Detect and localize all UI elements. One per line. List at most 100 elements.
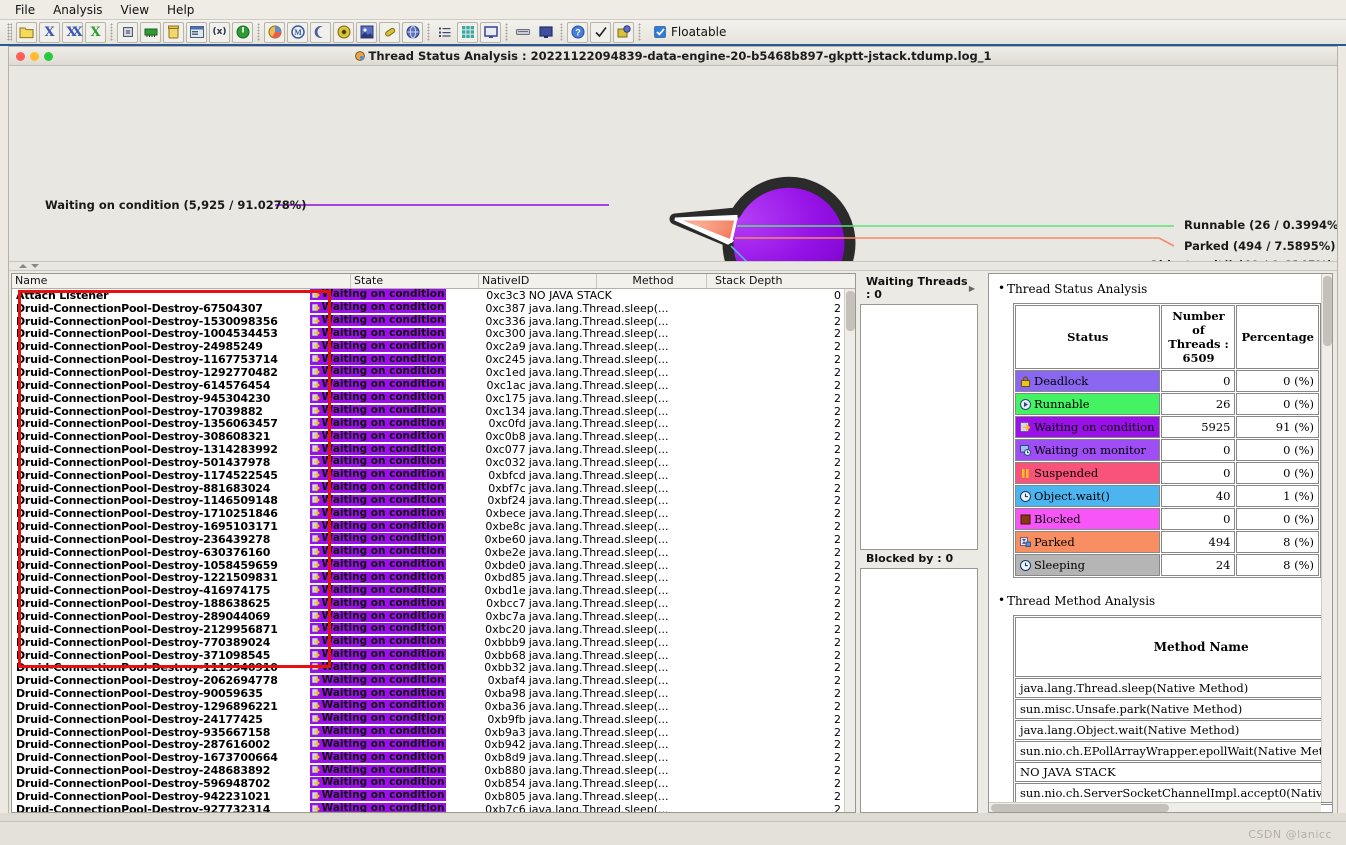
table-row[interactable]: Druid-ConnectionPool-Destroy-289044069 Wa… xyxy=(12,610,855,623)
keyboard-icon[interactable] xyxy=(512,22,533,43)
table-row[interactable]: Druid-ConnectionPool-Destroy-942231021 Wa… xyxy=(12,790,855,803)
waiting-threads-expand-icon[interactable]: ▶ xyxy=(969,284,978,293)
image-blue-icon[interactable] xyxy=(356,21,377,43)
table-row[interactable]: Druid-ConnectionPool-Destroy-596948702 Wa… xyxy=(12,777,855,790)
checkbox-checked-icon[interactable] xyxy=(654,26,666,38)
table-row[interactable]: Druid-ConnectionPool-Destroy-371098545 Wa… xyxy=(12,649,855,662)
table-row[interactable]: Druid-ConnectionPool-Destroy-630376160 Wa… xyxy=(12,546,855,559)
table-row[interactable]: Druid-ConnectionPool-Destroy-1167753714 W… xyxy=(12,353,855,366)
table-row[interactable]: Attach Listener Waiting on condition 0xc3c… xyxy=(12,289,855,302)
column-header-state[interactable]: State xyxy=(351,274,479,288)
table-row[interactable]: Druid-ConnectionPool-Destroy-881683024 Wa… xyxy=(12,482,855,495)
table-row[interactable]: Druid-ConnectionPool-Destroy-1058459659 W… xyxy=(12,559,855,572)
analysis-pane[interactable]: Thread Status Analysis Status Number of … xyxy=(988,273,1333,813)
menu-item-analysis[interactable]: Analysis xyxy=(44,1,111,19)
table-row[interactable]: Druid-ConnectionPool-Destroy-67504307 Wai… xyxy=(12,302,855,315)
table-row[interactable]: Druid-ConnectionPool-Destroy-1119540910 W… xyxy=(12,661,855,674)
column-header-stack-depth[interactable]: Stack Depth xyxy=(707,274,854,288)
moon-icon[interactable] xyxy=(310,21,331,43)
table-row[interactable]: Druid-ConnectionPool-Destroy-1174522545 W… xyxy=(12,469,855,482)
table-row[interactable]: Druid-ConnectionPool-Destroy-24177425 Wai… xyxy=(12,713,855,726)
close-window-button[interactable] xyxy=(16,51,25,61)
table-row[interactable]: Druid-ConnectionPool-Destroy-1356063457 W… xyxy=(12,417,855,430)
close-x-blue-icon[interactable]: X xyxy=(39,21,60,43)
cell-native-id: 0xbd85 xyxy=(484,571,526,585)
table-row[interactable]: Druid-ConnectionPool-Destroy-90059635 Wai… xyxy=(12,687,855,700)
cpu-icon[interactable] xyxy=(117,21,138,43)
table-row[interactable]: Druid-ConnectionPool-Destroy-248683892 Wa… xyxy=(12,764,855,777)
minimize-window-button[interactable] xyxy=(30,51,39,61)
window-title-bar[interactable]: Thread Status Analysis : 20221122094839-… xyxy=(9,47,1337,66)
display-icon[interactable] xyxy=(535,22,556,43)
gear-yellow-icon[interactable] xyxy=(333,21,354,43)
floatable-checkbox[interactable]: Floatable xyxy=(654,25,726,39)
thread-table-scroll-thumb[interactable] xyxy=(846,291,855,331)
variable-icon[interactable]: (x) xyxy=(209,21,230,43)
globe-icon[interactable] xyxy=(402,21,423,43)
table-row[interactable]: Druid-ConnectionPool-Destroy-1530098356 W… xyxy=(12,315,855,328)
thread-table-body[interactable]: Attach Listener Waiting on condition 0xc3c… xyxy=(12,289,855,812)
blocked-by-list[interactable] xyxy=(860,567,978,813)
memory-icon[interactable] xyxy=(140,21,161,43)
close-x-green-icon[interactable]: X xyxy=(85,21,106,43)
table-row[interactable]: Druid-ConnectionPool-Destroy-1004534453 W… xyxy=(12,327,855,340)
analysis-scroll-thumb[interactable] xyxy=(1323,276,1332,346)
list-icon[interactable] xyxy=(434,22,455,43)
table-row[interactable]: Druid-ConnectionPool-Destroy-501437978 Wa… xyxy=(12,456,855,469)
screen-icon[interactable] xyxy=(480,21,501,43)
monitor-circle-icon[interactable]: M xyxy=(287,21,308,43)
thread-table[interactable]: Name State NativeID Method Stack Depth A… xyxy=(11,273,856,813)
table-row[interactable]: Druid-ConnectionPool-Destroy-287616002 Wa… xyxy=(12,738,855,751)
container-icon[interactable] xyxy=(163,21,184,43)
table-row[interactable]: Druid-ConnectionPool-Destroy-614576454 Wa… xyxy=(12,379,855,392)
tag-yellow-icon[interactable] xyxy=(379,21,400,43)
analysis-hscroll-thumb[interactable] xyxy=(991,804,1169,812)
refresh-icon[interactable] xyxy=(232,21,253,43)
method-name-cell: java.lang.Object.wait(Native Method) xyxy=(1015,720,1332,740)
pie-chart-icon[interactable] xyxy=(264,21,285,43)
table-row[interactable]: Druid-ConnectionPool-Destroy-188638625 Wa… xyxy=(12,597,855,610)
close-all-xx-blue-icon[interactable]: XX xyxy=(62,21,83,43)
window-list-icon[interactable] xyxy=(186,21,207,43)
table-row[interactable]: Druid-ConnectionPool-Destroy-2129956871 W… xyxy=(12,623,855,636)
table-row[interactable]: Druid-ConnectionPool-Destroy-770389024 Wa… xyxy=(12,636,855,649)
table-row[interactable]: Druid-ConnectionPool-Destroy-2062694778 W… xyxy=(12,674,855,687)
table-row[interactable]: Druid-ConnectionPool-Destroy-308608321 Wa… xyxy=(12,430,855,443)
check-icon[interactable] xyxy=(590,21,611,43)
split-pane-divider[interactable] xyxy=(9,262,1337,271)
waiting-threads-list[interactable] xyxy=(860,304,978,550)
table-row[interactable]: Druid-ConnectionPool-Destroy-945304230 Wa… xyxy=(12,392,855,405)
thread-table-vertical-scrollbar[interactable] xyxy=(844,289,855,812)
table-row[interactable]: Druid-ConnectionPool-Destroy-1695103171 W… xyxy=(12,520,855,533)
split-collapse-down-icon[interactable] xyxy=(31,264,39,268)
menu-item-help[interactable]: Help xyxy=(158,1,203,19)
grid-teal-icon[interactable] xyxy=(457,21,478,43)
table-row[interactable]: Druid-ConnectionPool-Destroy-1296896221 W… xyxy=(12,700,855,713)
table-row[interactable]: Druid-ConnectionPool-Destroy-935667158 Wa… xyxy=(12,726,855,739)
table-row[interactable]: Druid-ConnectionPool-Destroy-1710251846 W… xyxy=(12,507,855,520)
table-row[interactable]: Druid-ConnectionPool-Destroy-927732314 Wa… xyxy=(12,803,855,812)
analysis-vertical-scrollbar[interactable] xyxy=(1321,274,1332,802)
table-row[interactable]: Druid-ConnectionPool-Destroy-1146509148 W… xyxy=(12,494,855,507)
table-row[interactable]: Druid-ConnectionPool-Destroy-1292770482 W… xyxy=(12,366,855,379)
column-header-name[interactable]: Name xyxy=(12,274,351,288)
window-controls[interactable] xyxy=(9,51,53,61)
table-row[interactable]: Druid-ConnectionPool-Destroy-416974175 Wa… xyxy=(12,584,855,597)
table-row[interactable]: Druid-ConnectionPool-Destroy-236439278 Wa… xyxy=(12,533,855,546)
settings-icon[interactable] xyxy=(613,21,634,43)
open-folder-icon[interactable] xyxy=(16,21,37,43)
menu-item-file[interactable]: File xyxy=(6,1,44,19)
table-row[interactable]: Druid-ConnectionPool-Destroy-24985249 Wai… xyxy=(12,340,855,353)
table-row[interactable]: Druid-ConnectionPool-Destroy-1221509831 W… xyxy=(12,571,855,585)
table-row[interactable]: Druid-ConnectionPool-Destroy-1314283992 W… xyxy=(12,443,855,456)
table-row[interactable]: Druid-ConnectionPool-Destroy-17039882 Wai… xyxy=(12,405,855,418)
maximize-window-button[interactable] xyxy=(44,51,53,61)
column-header-nativeid[interactable]: NativeID xyxy=(479,274,597,288)
analysis-horizontal-scrollbar[interactable] xyxy=(989,802,1321,812)
toolbar-drag-handle[interactable] xyxy=(7,23,12,41)
split-collapse-up-icon[interactable] xyxy=(19,264,27,268)
table-row[interactable]: Druid-ConnectionPool-Destroy-1673700664 W… xyxy=(12,751,855,764)
column-header-method[interactable]: Method xyxy=(597,274,707,288)
help-icon[interactable]: ? xyxy=(567,21,588,43)
menu-item-view[interactable]: View xyxy=(112,1,158,19)
